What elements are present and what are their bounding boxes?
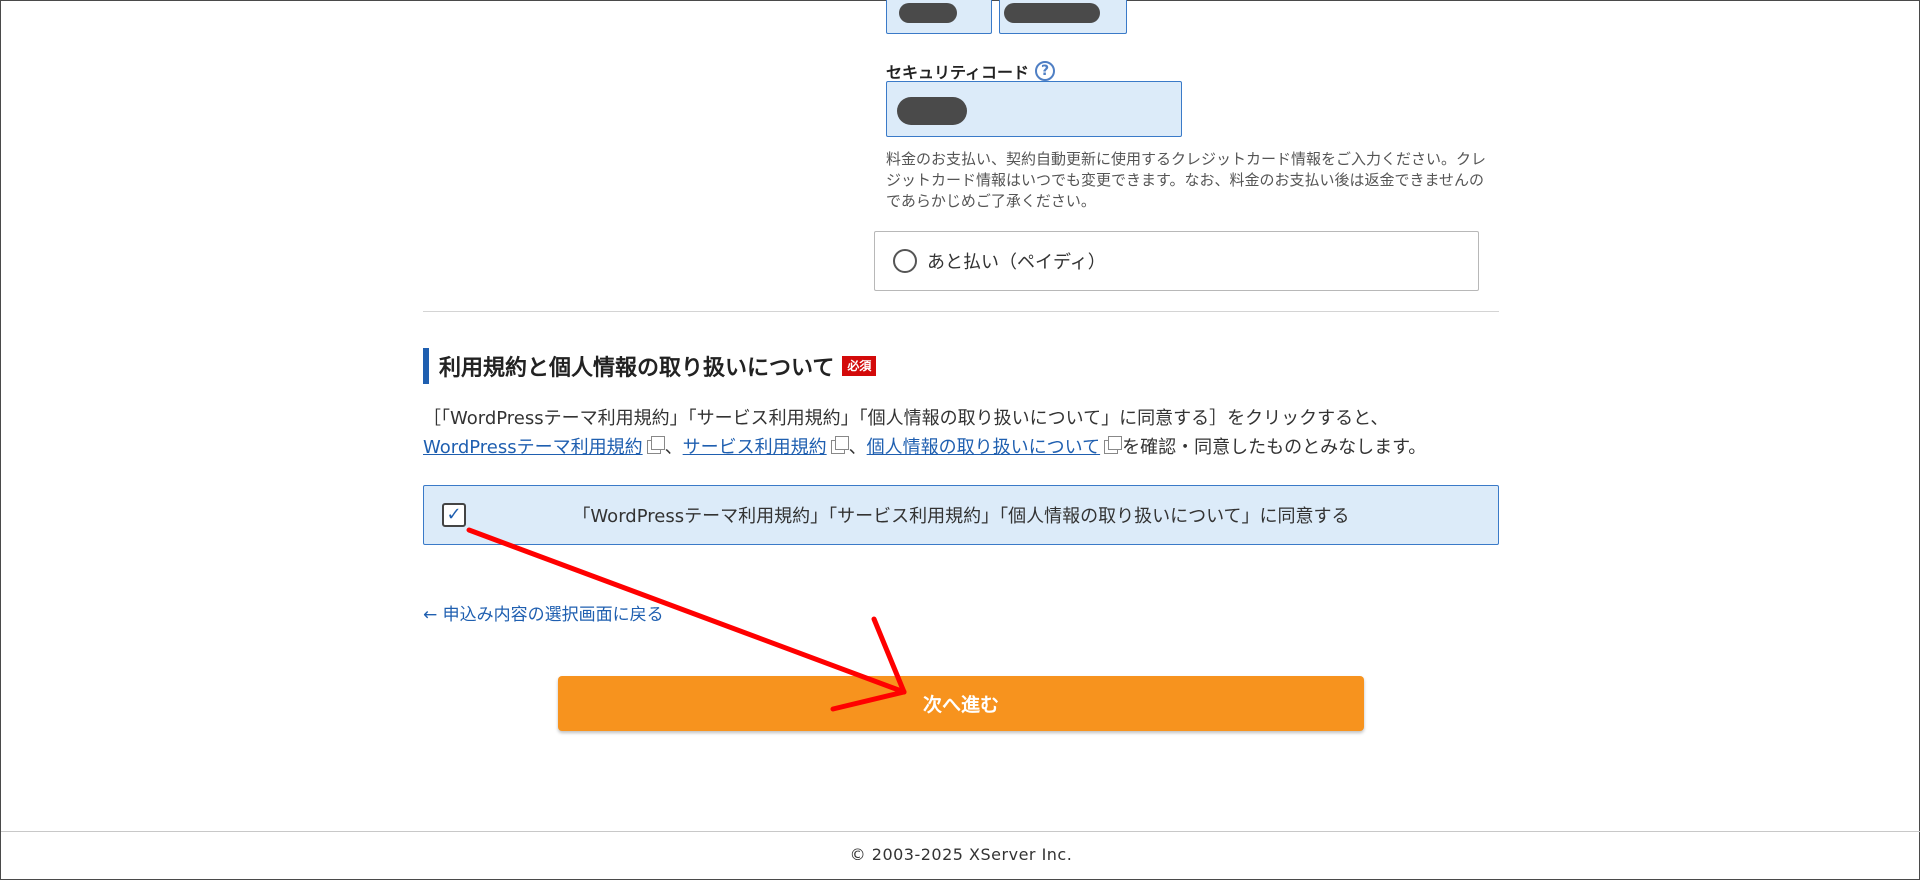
card-expiry-month-field[interactable] (886, 0, 992, 34)
radio-button[interactable] (893, 249, 917, 273)
footer-copyright: © 2003-2025 XServer Inc. (849, 845, 1073, 864)
payment-option-label: あと払い（ペイディ） (927, 252, 1106, 273)
terms-heading: 利用規約と個人情報の取り扱いについて 必須 (423, 348, 877, 384)
payment-option-paidy[interactable]: あと払い（ペイディ） (874, 231, 1479, 291)
agree-checkbox[interactable]: ✓ (442, 503, 466, 527)
page-frame: セキュリティコード ? 料金のお支払い、契約自動更新に使用するクレジットカード情… (0, 0, 1920, 880)
agree-checkbox-row[interactable]: 「WordPressテーマ利用規約」「サービス利用規約」「個人情報の取り扱いにつ… (423, 485, 1499, 545)
card-info-note: 料金のお支払い、契約自動更新に使用するクレジットカード情報をご入力ください。クレ… (886, 150, 1487, 210)
next-button[interactable]: 次へ進む (558, 676, 1364, 731)
wordpress-terms-link[interactable]: WordPressテーマ利用規約 (423, 437, 643, 458)
footer-divider (1, 831, 1920, 832)
masked-value (1004, 3, 1100, 23)
security-code-input[interactable] (886, 81, 1182, 137)
external-link-icon (1104, 436, 1123, 454)
separator: 、 (848, 437, 867, 458)
checkmark-icon: ✓ (446, 504, 462, 525)
service-terms-link[interactable]: サービス利用規約 (683, 437, 827, 458)
masked-value (899, 3, 957, 23)
separator: 、 (664, 437, 683, 458)
section-divider (423, 311, 1499, 312)
security-code-label-text: セキュリティコード (886, 63, 1030, 82)
terms-description-suffix: を確認・同意したものとみなします。 (1122, 437, 1427, 458)
terms-description: ［「WordPressテーマ利用規約」「サービス利用規約」「個人情報の取り扱いに… (423, 404, 1499, 462)
privacy-policy-link[interactable]: 個人情報の取り扱いについて (867, 437, 1100, 458)
terms-description-line2: WordPressテーマ利用規約 、サービス利用規約 、個人情報の取り扱いについてを… (423, 433, 1499, 462)
agree-label: 「WordPressテーマ利用規約」「サービス利用規約」「個人情報の取り扱いにつ… (572, 506, 1350, 527)
masked-value (897, 97, 967, 125)
terms-description-line1: ［「WordPressテーマ利用規約」「サービス利用規約」「個人情報の取り扱いに… (423, 408, 1389, 429)
external-link-icon (646, 436, 665, 454)
terms-heading-text: 利用規約と個人情報の取り扱いについて (439, 356, 835, 381)
security-code-label: セキュリティコード ? (886, 59, 1056, 83)
card-expiry-year-field[interactable] (999, 0, 1127, 34)
help-icon[interactable]: ? (1035, 61, 1056, 81)
external-link-icon (830, 436, 849, 454)
required-badge: 必須 (842, 356, 877, 376)
back-link[interactable]: ← 申込み内容の選択画面に戻る (423, 600, 664, 625)
